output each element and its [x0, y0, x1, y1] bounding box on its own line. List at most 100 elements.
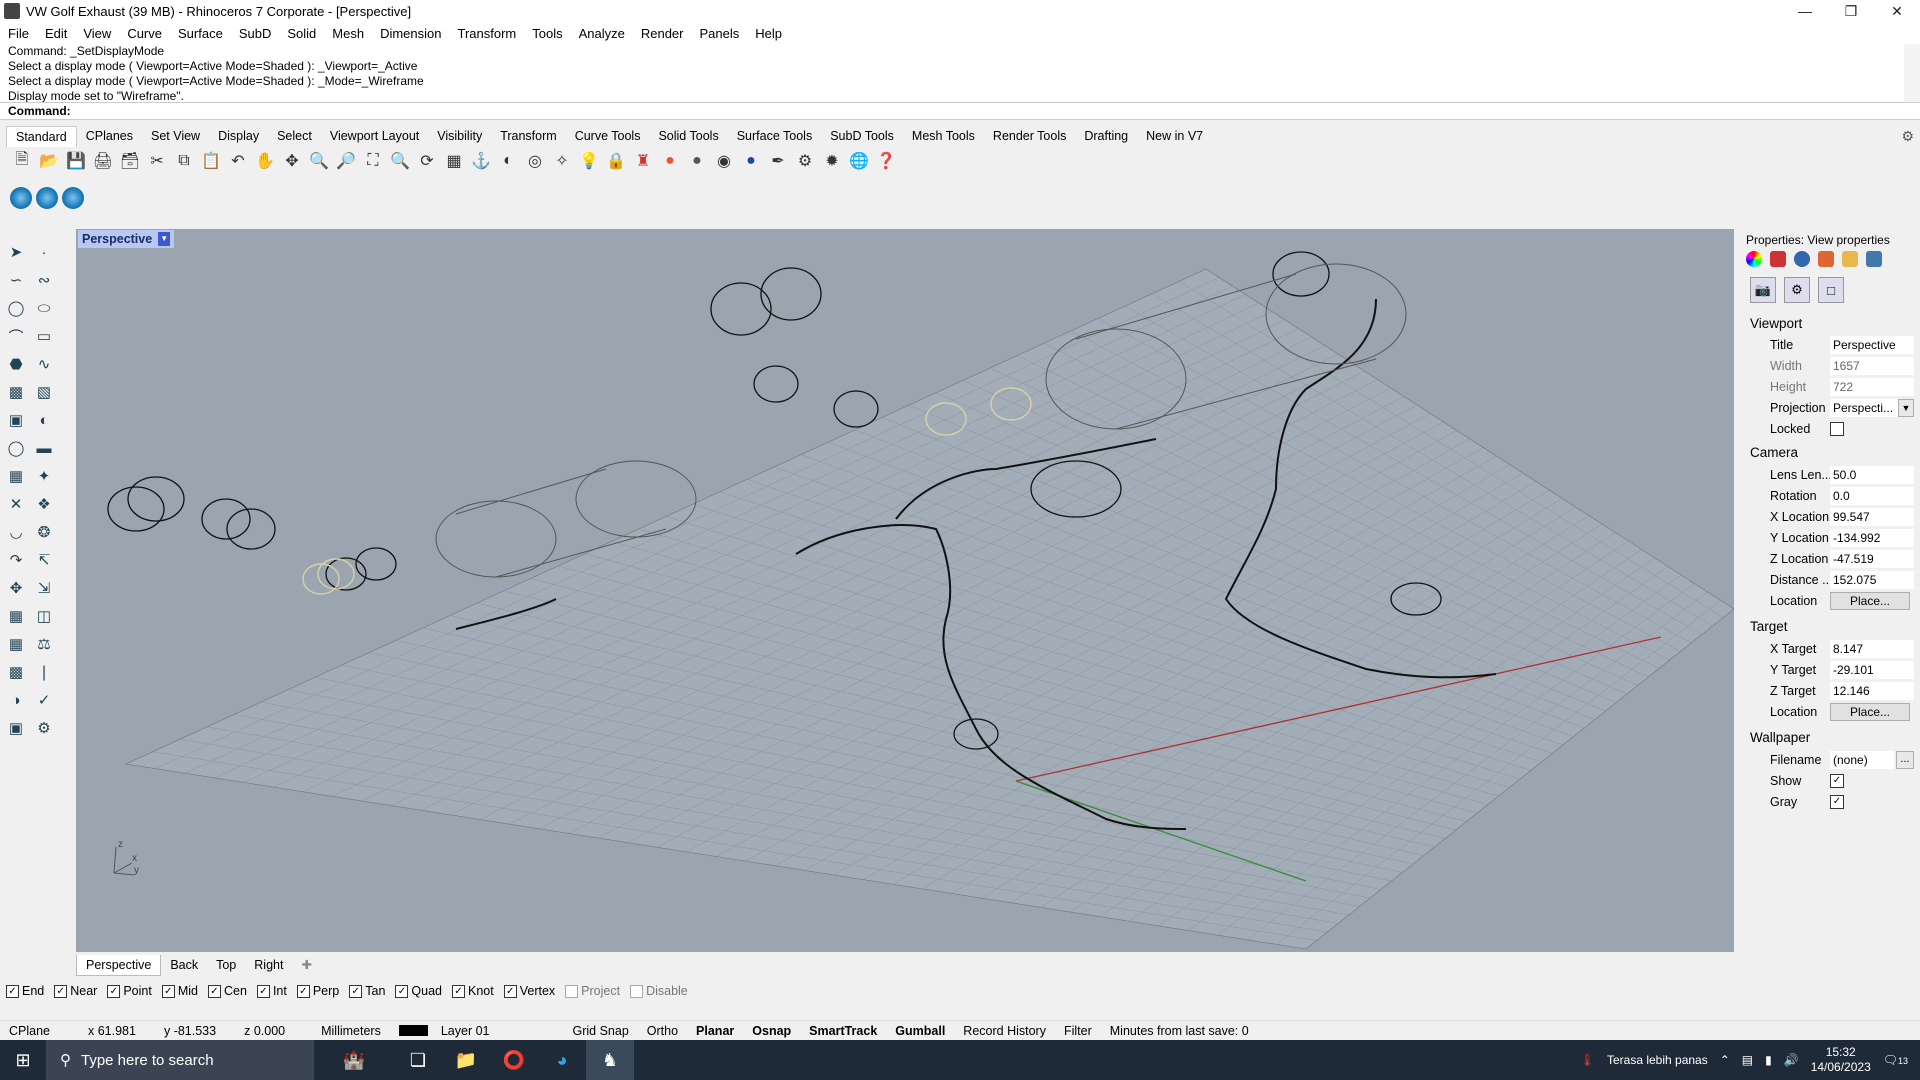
picture-icon[interactable]	[1866, 251, 1882, 267]
tab-select[interactable]: Select	[268, 126, 321, 146]
select-arrow-icon[interactable]: ➤	[2, 238, 30, 266]
export-icon[interactable]: 🗃	[118, 149, 142, 173]
notifications-icon[interactable]: 🗨13	[1883, 1053, 1908, 1067]
cylinder-icon[interactable]: ◯	[2, 434, 30, 462]
color-wheel-icon[interactable]: ●	[658, 149, 682, 173]
grid-snap-toggle[interactable]: Grid Snap	[564, 1024, 638, 1038]
material-sphere-icon[interactable]: ●	[685, 149, 709, 173]
dimension-icon[interactable]: ✒	[766, 149, 790, 173]
join-icon[interactable]: ↸	[30, 546, 58, 574]
filter-toggle[interactable]: Filter	[1055, 1024, 1101, 1038]
osnap-end[interactable]: ✓ End	[6, 984, 44, 998]
smarttrack-toggle[interactable]: SmartTrack	[800, 1024, 886, 1038]
x-location-field[interactable]: 99.547	[1830, 508, 1914, 526]
weather-text[interactable]: Terasa lebih panas	[1607, 1053, 1708, 1067]
light-bulb-icon[interactable]: 💡	[577, 149, 601, 173]
lens-length-field[interactable]: 50.0	[1830, 466, 1914, 484]
pan-hand-icon[interactable]: ✋	[253, 149, 277, 173]
menu-edit[interactable]: Edit	[37, 26, 75, 41]
menu-panels[interactable]: Panels	[691, 26, 747, 41]
menu-render[interactable]: Render	[633, 26, 692, 41]
arc-icon[interactable]: ⌒	[2, 322, 30, 350]
paint-icon[interactable]: ⚙	[30, 714, 58, 742]
polygon-icon[interactable]: ⬣	[2, 350, 30, 378]
cage-icon[interactable]: ▦	[2, 630, 30, 658]
show-checkbox[interactable]: ✓	[1830, 774, 1844, 788]
boolean-icon[interactable]: ◐	[30, 406, 58, 434]
tab-solid-tools[interactable]: Solid Tools	[649, 126, 727, 146]
zoom-icon[interactable]: 🔍	[307, 149, 331, 173]
color-wheel-icon[interactable]	[1746, 251, 1762, 267]
surface-icon[interactable]: ▩	[2, 378, 30, 406]
menu-view[interactable]: View	[75, 26, 119, 41]
tab-cplanes[interactable]: CPlanes	[77, 126, 142, 146]
menu-mesh[interactable]: Mesh	[324, 26, 372, 41]
menu-transform[interactable]: Transform	[449, 26, 524, 41]
chevron-up-icon[interactable]: ⌃	[1720, 1053, 1730, 1067]
rotation-field[interactable]: 0.0	[1830, 487, 1914, 505]
measure-icon[interactable]: ❘	[30, 658, 58, 686]
prop-title-field[interactable]: Perspective	[1830, 336, 1914, 354]
restore-button[interactable]: ❐	[1828, 0, 1874, 22]
menu-dimension[interactable]: Dimension	[372, 26, 449, 41]
options-gear-icon[interactable]: ⚙	[793, 149, 817, 173]
layers-icon[interactable]: ♜	[631, 149, 655, 173]
chevron-down-icon[interactable]: ▼	[158, 232, 171, 246]
osnap-knot[interactable]: ✓ Knot	[452, 984, 494, 998]
point-icon[interactable]: ·	[30, 238, 58, 266]
taskbar-search-box[interactable]: ⚲ Type here to search	[46, 1040, 314, 1080]
menu-subd[interactable]: SubD	[231, 26, 280, 41]
shade-icon[interactable]: ◑	[2, 686, 30, 714]
menu-analyze[interactable]: Analyze	[571, 26, 633, 41]
chevron-down-icon[interactable]: ▼	[1898, 399, 1914, 417]
tab-curve-tools[interactable]: Curve Tools	[566, 126, 650, 146]
analyze-icon[interactable]: ⚖	[30, 630, 58, 658]
transform-icon[interactable]: ✥	[2, 574, 30, 602]
extrude-icon[interactable]: ▬	[30, 434, 58, 462]
viewport-title[interactable]: Perspective ▼	[78, 230, 175, 248]
render-box-icon[interactable]: ▣	[2, 714, 30, 742]
clock[interactable]: 15:32 14/06/2023	[1811, 1045, 1871, 1075]
planar-toggle[interactable]: Planar	[687, 1024, 743, 1038]
copy-icon[interactable]: ⧉	[172, 149, 196, 173]
task-view-icon[interactable]: ❏	[394, 1040, 442, 1080]
tab-display[interactable]: Display	[209, 126, 268, 146]
grid-array-icon[interactable]: ▩	[2, 658, 30, 686]
brush-icon[interactable]	[1818, 251, 1834, 267]
ellipse-icon[interactable]: ⬭	[30, 294, 58, 322]
perspective-viewport[interactable]: z x y	[76, 229, 1734, 952]
print-icon[interactable]: 🖨	[91, 149, 115, 173]
save-icon[interactable]: 💾	[64, 149, 88, 173]
fillet-icon[interactable]: ◡	[2, 518, 30, 546]
undo-icon[interactable]: ↶	[226, 149, 250, 173]
units-label[interactable]: Millimeters	[312, 1024, 390, 1038]
windows-start-icon[interactable]: ⊞	[0, 1040, 46, 1080]
menu-tools[interactable]: Tools	[524, 26, 570, 41]
object-snap-icon[interactable]: ◎	[523, 149, 547, 173]
menu-help[interactable]: Help	[747, 26, 790, 41]
car-icon[interactable]: ⚓	[469, 149, 493, 173]
view-tab-top[interactable]: Top	[207, 955, 245, 975]
trim-icon[interactable]: ❂	[30, 518, 58, 546]
render-sphere-icon[interactable]: ◉	[712, 149, 736, 173]
menu-file[interactable]: File	[0, 26, 37, 41]
osnap-tan[interactable]: ✓ Tan	[349, 984, 385, 998]
tab-visibility[interactable]: Visibility	[428, 126, 491, 146]
polyline-icon[interactable]: ∽	[2, 266, 30, 294]
curve-icon[interactable]: ∾	[30, 266, 58, 294]
open-folder-icon[interactable]: 📂	[37, 149, 61, 173]
tab-render-tools[interactable]: Render Tools	[984, 126, 1075, 146]
render-settings-icon[interactable]: ⚙	[1784, 277, 1810, 303]
mesh-icon[interactable]: ▦	[2, 462, 30, 490]
mirror-icon[interactable]: ◫	[30, 602, 58, 630]
menu-curve[interactable]: Curve	[119, 26, 170, 41]
close-button[interactable]: ✕	[1874, 0, 1920, 22]
tab-viewport-layout[interactable]: Viewport Layout	[321, 126, 428, 146]
network-icon[interactable]: ▤	[1742, 1053, 1753, 1067]
z-target-field[interactable]: 12.146	[1830, 682, 1914, 700]
edge-icon[interactable]: ◕	[538, 1040, 586, 1080]
circle-icon[interactable]: ◯	[2, 294, 30, 322]
minimize-button[interactable]: —	[1782, 0, 1828, 22]
material-icon[interactable]	[1794, 251, 1810, 267]
y-target-field[interactable]: -29.101	[1830, 661, 1914, 679]
